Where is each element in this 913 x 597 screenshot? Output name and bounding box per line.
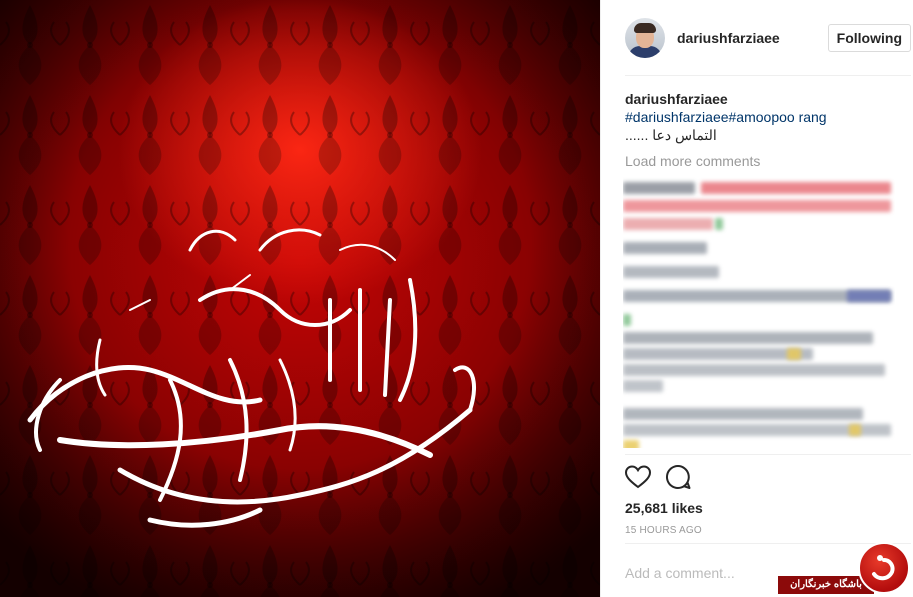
header-username[interactable]: dariushfarziaee: [677, 30, 780, 46]
post-timestamp[interactable]: 15 HOURS AGO: [625, 525, 702, 536]
comments-list: [623, 176, 895, 448]
calligraphy: [27, 228, 476, 528]
list-item: [623, 348, 813, 360]
avatar[interactable]: [625, 18, 665, 58]
list-item: [715, 218, 723, 230]
caption-username[interactable]: dariushfarziaee: [625, 91, 728, 107]
list-item: [701, 182, 891, 194]
list-item: [623, 380, 663, 392]
following-button[interactable]: Following: [827, 24, 911, 52]
divider: [625, 75, 911, 76]
caption-hashtags[interactable]: #dariushfarziaee#amoopoo rang: [625, 109, 827, 125]
list-item: [623, 242, 707, 254]
load-more-comments[interactable]: Load more comments: [625, 153, 760, 169]
post-image: [0, 0, 600, 597]
list-item: [623, 440, 639, 448]
list-item: [623, 200, 891, 212]
list-item: [623, 314, 631, 326]
likes-count[interactable]: 25,681 likes: [625, 500, 703, 516]
watermark-emblem: [858, 542, 910, 594]
caption: dariushfarziaee #dariushfarziaee#amoopoo…: [625, 90, 895, 144]
list-item: [623, 182, 695, 194]
list-item: [623, 332, 873, 344]
list-item: [623, 408, 863, 420]
action-bar: [624, 464, 691, 495]
comment-icon[interactable]: [665, 464, 691, 495]
heart-icon[interactable]: [624, 465, 652, 494]
caption-text: التماس دعا ......: [625, 127, 717, 143]
watermark-logo: باشگاه خبرنگاران: [778, 542, 913, 597]
post-header: dariushfarziaee Following: [625, 16, 911, 60]
list-item: [623, 364, 885, 376]
post-sidebar: dariushfarziaee Following dariushfarziae…: [600, 0, 913, 597]
divider: [625, 454, 911, 455]
list-item: [847, 290, 891, 302]
list-item: [849, 424, 861, 436]
list-item: [623, 266, 719, 278]
list-item: [787, 348, 801, 360]
list-item: [623, 218, 713, 230]
